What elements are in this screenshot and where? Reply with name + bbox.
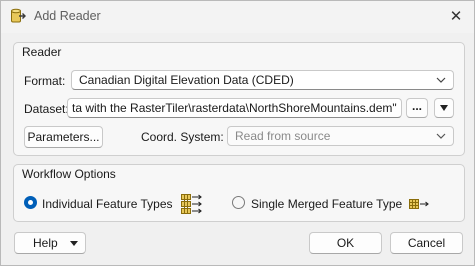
reader-app-icon	[11, 8, 26, 23]
single-merged-feature-type-radio[interactable]	[232, 196, 245, 209]
chevron-down-icon	[436, 77, 446, 83]
format-value: Canadian Digital Elevation Data (CDED)	[79, 73, 294, 87]
coord-system-value: Read from source	[235, 129, 331, 143]
parameters-button[interactable]: Parameters...	[24, 126, 103, 148]
single-merged-feature-type-label[interactable]: Single Merged Feature Type	[251, 197, 402, 211]
single-merged-feature-type-icon	[409, 199, 429, 209]
triangle-down-icon	[70, 241, 78, 246]
help-label: Help	[33, 236, 58, 250]
chevron-down-icon	[436, 133, 446, 139]
close-icon: ✕	[449, 8, 463, 25]
coord-system-select[interactable]: Read from source	[227, 126, 454, 146]
close-button[interactable]: ✕	[442, 3, 470, 29]
workflow-group-title: Workflow Options	[22, 167, 116, 181]
format-select[interactable]: Canadian Digital Elevation Data (CDED)	[71, 70, 454, 90]
format-label: Format:	[24, 74, 66, 88]
reader-group-title: Reader	[22, 45, 62, 59]
browse-label: ...	[411, 99, 422, 113]
triangle-down-icon	[440, 105, 448, 111]
parameters-label: Parameters...	[27, 130, 100, 144]
dataset-input[interactable]: ta with the RasterTiler\rasterdata\North…	[67, 98, 402, 118]
dataset-dropdown-button[interactable]	[434, 98, 454, 118]
individual-feature-types-radio[interactable]	[24, 196, 37, 209]
title-bar: Add Reader ✕	[1, 1, 474, 33]
window-title: Add Reader	[34, 9, 101, 23]
cancel-button[interactable]: Cancel	[390, 232, 463, 254]
ok-label: OK	[336, 236, 355, 250]
dataset-value: ta with the RasterTiler\rasterdata\North…	[72, 101, 397, 115]
help-button[interactable]: Help	[14, 232, 86, 254]
individual-feature-types-label[interactable]: Individual Feature Types	[42, 197, 173, 211]
browse-button[interactable]: ...	[406, 98, 428, 118]
ok-button[interactable]: OK	[309, 232, 382, 254]
dataset-label: Dataset:	[24, 102, 69, 116]
add-reader-dialog: Add Reader ✕ Reader Format: Canadian Dig…	[0, 0, 475, 266]
cancel-label: Cancel	[407, 236, 446, 250]
individual-feature-types-icon	[181, 194, 202, 214]
coord-system-label: Coord. System:	[141, 130, 224, 144]
